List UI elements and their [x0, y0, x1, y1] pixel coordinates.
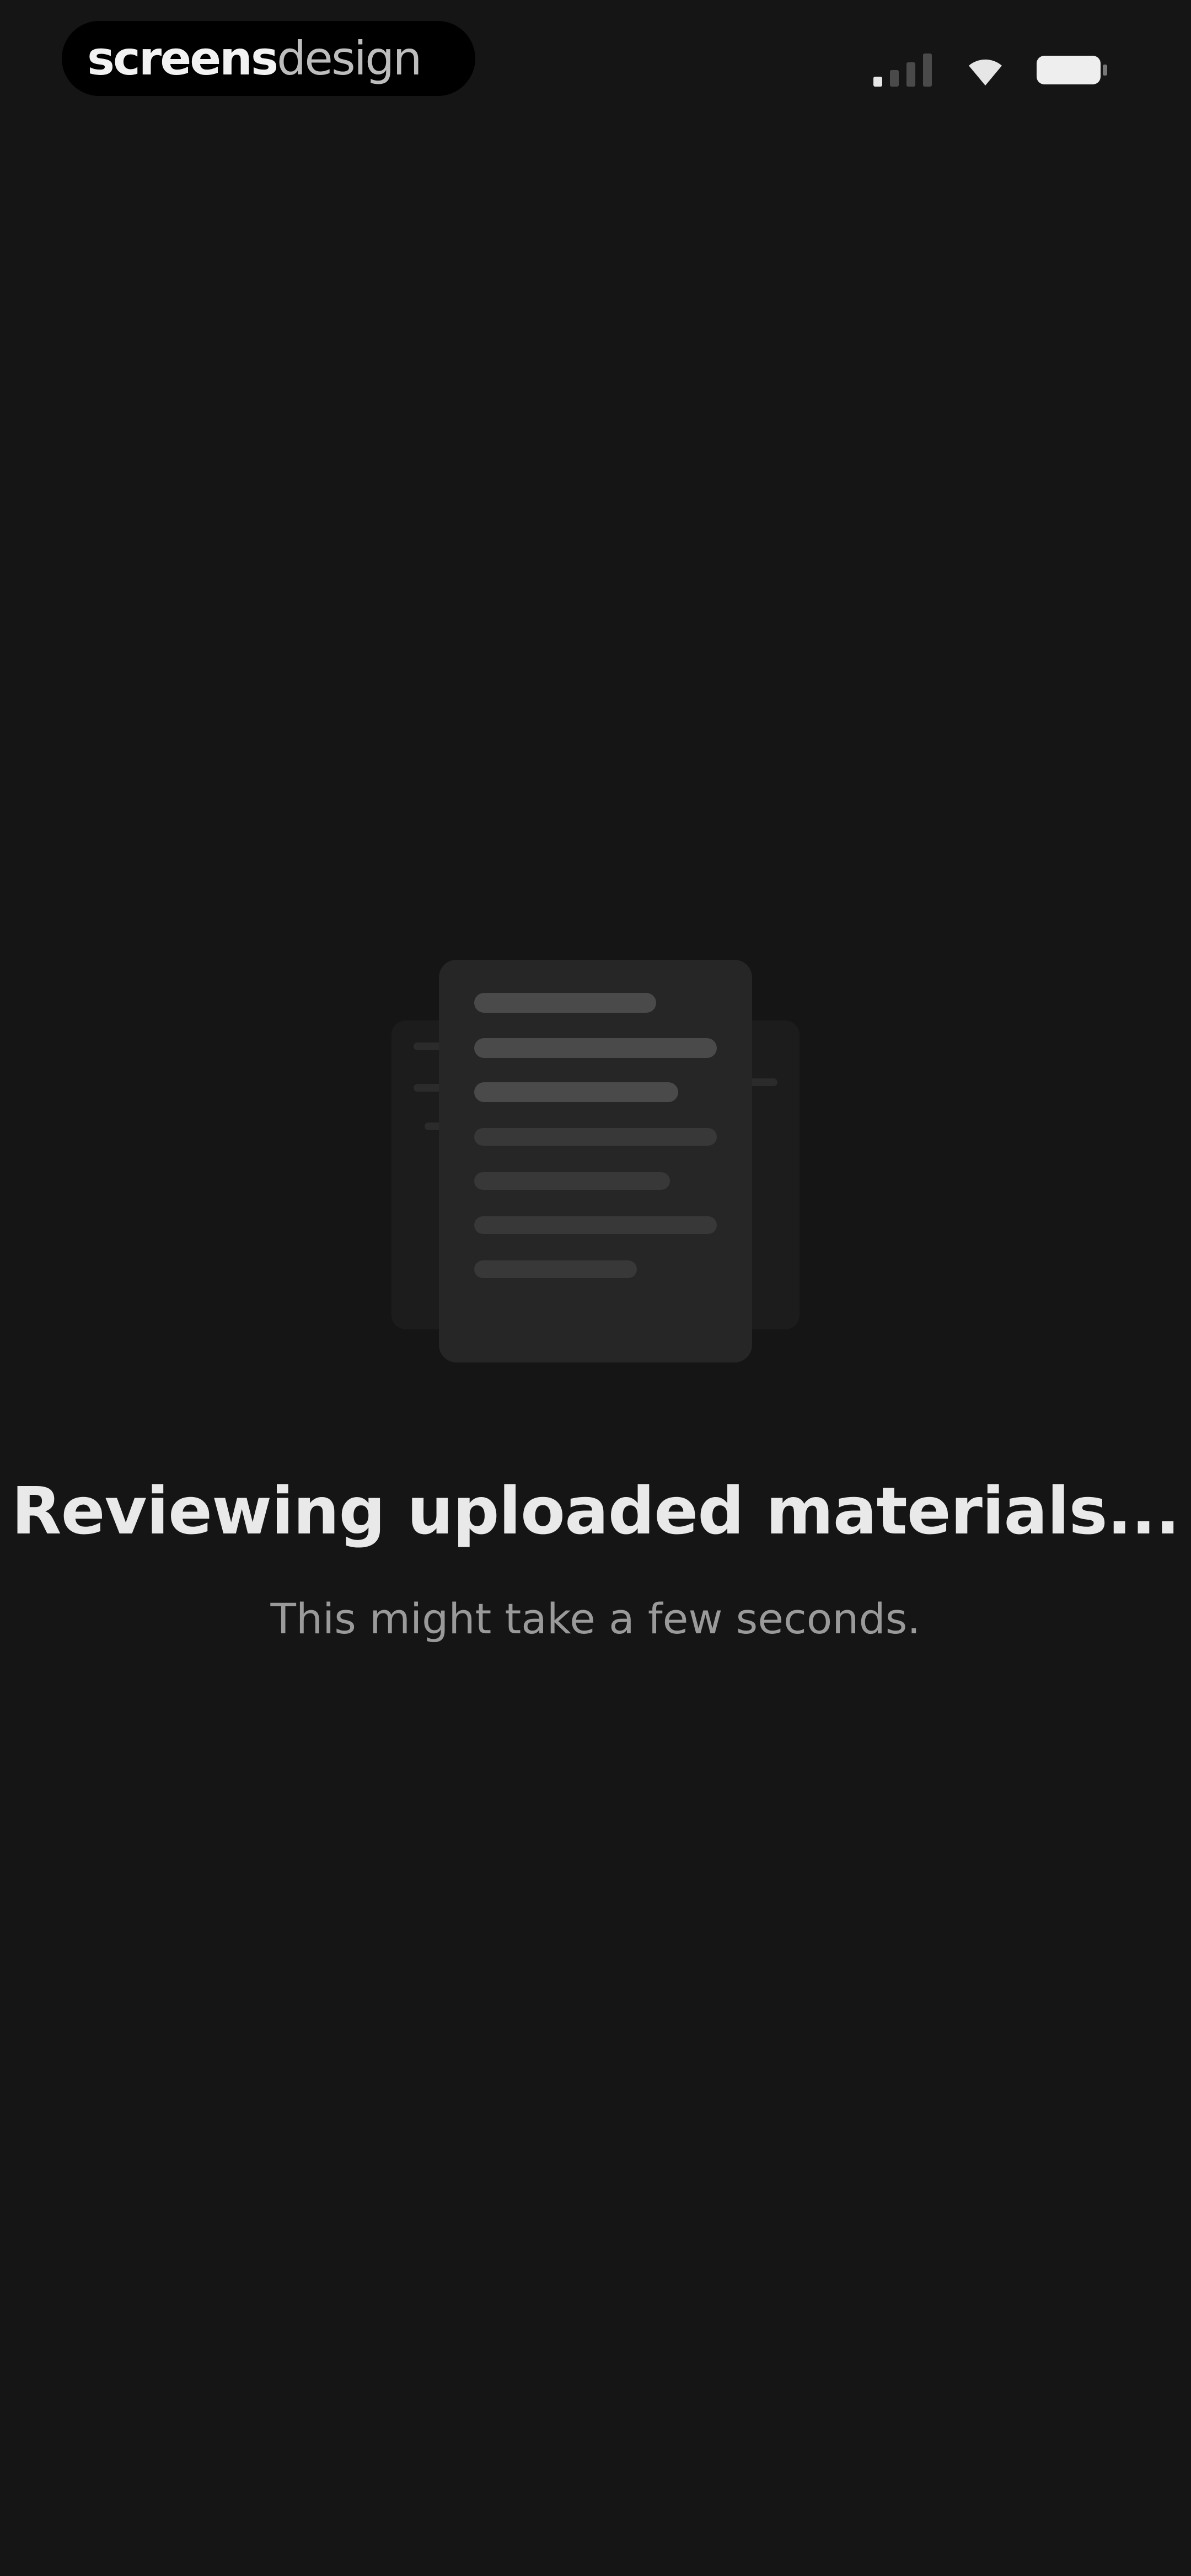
brand-text-bold: screens: [87, 31, 278, 85]
signal-icon: [873, 54, 932, 87]
loading-screen: screens design Reviewing uploaded materi…: [0, 0, 1191, 2576]
loading-title: Reviewing uploaded materials...: [11, 1473, 1180, 1549]
status-icons: [873, 51, 1108, 89]
brand-text-light: design: [276, 31, 422, 85]
loading-subtitle: This might take a few seconds.: [270, 1594, 921, 1643]
documents-icon: [391, 960, 800, 1362]
brand-watermark: screens design: [62, 21, 475, 96]
battery-icon: [1037, 56, 1107, 84]
wifi-icon: [969, 59, 1002, 85]
